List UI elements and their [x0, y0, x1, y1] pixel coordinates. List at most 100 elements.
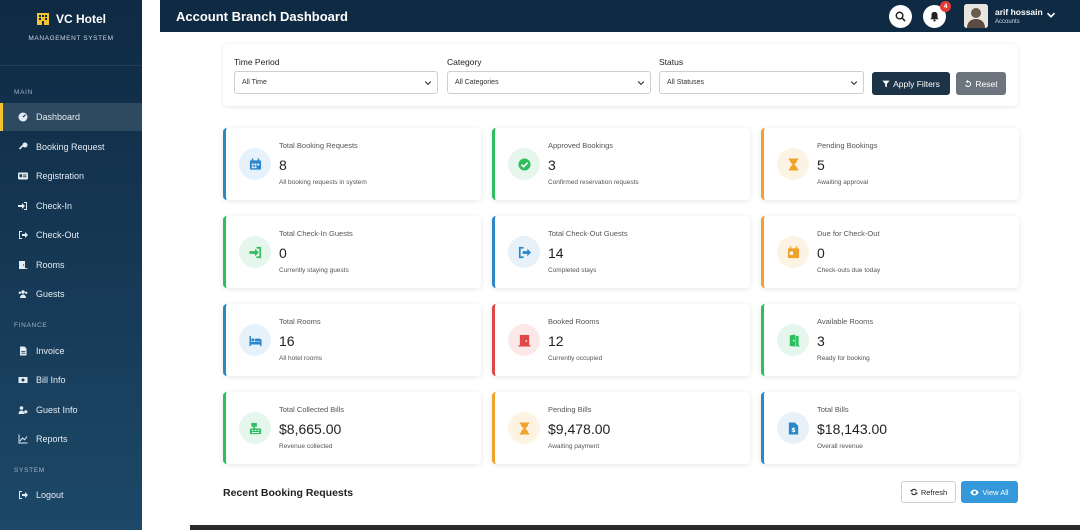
category-select[interactable]: All Categories [447, 71, 651, 94]
sidebar-item-rooms[interactable]: Rooms [0, 251, 142, 279]
section-label-finance: FINANCE [14, 322, 48, 329]
sync-icon [910, 488, 918, 496]
recent-bookings-title: Recent Booking Requests [223, 487, 354, 499]
sidebar-item-reports[interactable]: Reports [0, 425, 142, 453]
users-cog-icon [18, 406, 28, 414]
stat-card-icon-wrap [777, 324, 809, 356]
sidebar: VC Hotel MANAGEMENT SYSTEM MAIN Dashboar… [0, 0, 142, 530]
sidebar-item-bill-info[interactable]: Bill Info [0, 366, 142, 394]
time-period-label: Time Period [234, 57, 280, 67]
apply-filters-button[interactable]: Apply Filters [872, 72, 950, 95]
stat-card-description: Awaiting approval [817, 179, 869, 186]
sidebar-item-logout[interactable]: Logout [0, 481, 142, 509]
stat-card-icon-wrap: $ [777, 412, 809, 444]
stat-card: Total Rooms 16 All hotel rooms [223, 304, 481, 376]
category-label: Category [447, 57, 482, 67]
sign-out-icon [19, 231, 28, 239]
reset-button[interactable]: Reset [956, 72, 1006, 95]
stat-card-value: 0 [817, 245, 825, 261]
chevron-down-icon [637, 81, 645, 86]
sidebar-item-label: Logout [36, 490, 64, 500]
stat-card-description: Check-outs due today [817, 267, 881, 274]
sidebar-item-invoice[interactable]: Invoice [0, 337, 142, 365]
stat-card-title: Total Rooms [279, 317, 321, 326]
door-open-icon [789, 333, 800, 347]
brand: VC Hotel MANAGEMENT SYSTEM [0, 0, 142, 66]
invoice-icon [20, 346, 27, 356]
stat-card-description: Completed stays [548, 267, 597, 274]
time-period-value: All Time [242, 79, 267, 86]
stat-card-title: Available Rooms [817, 317, 874, 326]
filter-panel: Time Period All Time Category All Catego… [223, 44, 1018, 106]
stat-card-value: 5 [817, 157, 825, 173]
stat-card-icon-wrap [508, 412, 540, 444]
section-label-main: MAIN [14, 89, 34, 96]
refresh-label: Refresh [920, 487, 948, 497]
section-label-system: SYSTEM [14, 467, 45, 474]
stat-card-icon-wrap [508, 236, 540, 268]
stat-card-value: $18,143.00 [817, 421, 888, 437]
brand-subtitle: MANAGEMENT SYSTEM [28, 35, 114, 42]
file-invoice-dollar-icon: $ [788, 421, 798, 435]
sidebar-item-label: Reports [36, 434, 68, 444]
sidebar-item-guest-info[interactable]: Guest Info [0, 396, 142, 424]
stat-card-title: Total Check-Out Guests [548, 229, 628, 238]
stat-card-icon-wrap [239, 412, 271, 444]
check-circle-icon [517, 157, 531, 171]
search-button[interactable] [889, 5, 912, 28]
calendar-icon [249, 157, 261, 170]
stat-card-icon-wrap [508, 324, 540, 356]
stat-card-description: Currently staying guests [279, 267, 349, 274]
hotel-logo-icon [36, 13, 49, 25]
page-title: Account Branch Dashboard [176, 9, 348, 24]
stat-card: Total Booking Requests 8 All booking reque… [223, 128, 481, 200]
stat-card-title: Total Booking Requests [279, 141, 358, 150]
sidebar-item-label: Rooms [36, 260, 65, 270]
sidebar-item-check-in[interactable]: Check-In [0, 192, 142, 220]
sidebar-item-dashboard[interactable]: Dashboard [0, 103, 142, 131]
view-all-label: View All [982, 487, 1009, 497]
stat-card: Available Rooms 3 Ready for booking [761, 304, 1019, 376]
user-role: Accounts [995, 19, 1020, 25]
status-select[interactable]: All Statuses [659, 71, 864, 94]
sidebar-item-check-out[interactable]: Check-Out [0, 221, 142, 249]
stat-card-title: Pending Bookings [817, 141, 878, 150]
stat-card: Total Collected Bills $8,665.00 Revenue co… [223, 392, 481, 464]
sidebar-item-registration[interactable]: Registration [0, 162, 142, 190]
filter-icon [882, 80, 890, 87]
cash-register-icon [249, 422, 261, 434]
stat-card-title: Total Collected Bills [279, 405, 345, 414]
refresh-button[interactable]: Refresh [901, 481, 956, 503]
sidebar-item-booking-request[interactable]: Booking Request [0, 133, 142, 161]
stat-card-value: 0 [279, 245, 287, 261]
users-icon [18, 290, 28, 298]
sidebar-item-label: Invoice [36, 346, 65, 356]
stat-card-description: Currently occupied [548, 355, 603, 362]
chevron-down-icon [850, 81, 858, 86]
stat-card-title: Booked Rooms [548, 317, 600, 326]
top-bar: Account Branch Dashboard 4 arif hossain … [160, 0, 1080, 32]
calendar-day-icon [787, 245, 799, 258]
chevron-down-icon[interactable] [1046, 10, 1056, 20]
stat-card-title: Due for Check-Out [817, 229, 880, 238]
view-all-button[interactable]: View All [961, 481, 1018, 503]
stat-card-description: Awaiting payment [548, 443, 600, 450]
sidebar-item-guests[interactable]: Guests [0, 280, 142, 308]
stat-card-value: 14 [548, 245, 564, 261]
stat-card-title: Pending Bills [548, 405, 592, 414]
stat-card-description: Ready for booking [817, 355, 870, 362]
stat-card-value: 16 [279, 333, 295, 349]
avatar[interactable] [964, 4, 988, 28]
chart-icon [18, 434, 28, 444]
sidebar-item-label: Booking Request [36, 142, 105, 152]
dashboard-icon [18, 112, 28, 122]
category-value: All Categories [455, 79, 499, 86]
sign-in-icon [248, 246, 261, 258]
stat-card-description: Overall revenue [817, 443, 863, 450]
sidebar-item-label: Guests [36, 289, 65, 299]
user-name[interactable]: arif hossain [995, 7, 1043, 17]
sidebar-item-label: Dashboard [36, 112, 81, 122]
stat-card: Total Check-In Guests 0 Currently staying … [223, 216, 481, 288]
stat-card-icon-wrap [777, 236, 809, 268]
time-period-select[interactable]: All Time [234, 71, 438, 94]
